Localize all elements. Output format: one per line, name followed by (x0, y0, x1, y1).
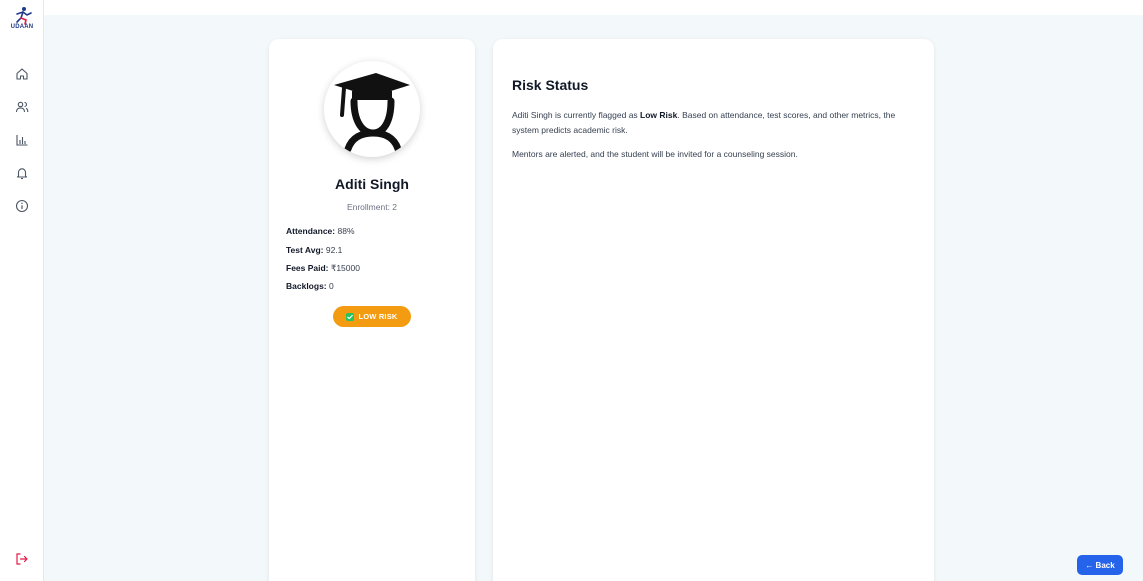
bell-icon[interactable] (14, 165, 30, 181)
check-icon (346, 312, 355, 321)
stat-fees-paid: Fees Paid: ₹15000 (286, 263, 360, 274)
risk-badge: LOW RISK (333, 306, 411, 327)
stat-value: 92.1 (325, 245, 343, 255)
info-icon[interactable] (14, 198, 30, 214)
mentor-alert-text: Mentors are alerted, and the student wil… (512, 149, 798, 159)
logo-text: UDAAN (10, 24, 34, 30)
risk-status-card: Risk Status Aditi Singh is currently fla… (493, 39, 934, 581)
risk-level-text: Low Risk (640, 110, 678, 120)
stat-label: Attendance: (286, 226, 336, 236)
users-icon[interactable] (14, 99, 30, 115)
student-profile-card: Aditi Singh Enrollment: 2 Attendance: 88… (269, 39, 475, 581)
bar-chart-icon[interactable] (14, 132, 30, 148)
graduate-avatar-icon (334, 73, 410, 153)
runner-logo-icon (16, 7, 32, 25)
student-name: Aditi Singh (335, 176, 409, 192)
risk-status-description: Aditi Singh is currently flagged as Low … (512, 108, 917, 138)
stat-test-avg: Test Avg: 92.1 (286, 245, 342, 255)
risk-status-title: Risk Status (512, 77, 589, 93)
stat-label: Backlogs: (286, 281, 327, 291)
stat-value: 0 (329, 281, 334, 291)
risk-badge-label: LOW RISK (358, 312, 398, 321)
home-icon[interactable] (14, 66, 30, 82)
sidebar: UDAAN (0, 0, 44, 581)
back-button[interactable]: ← Back (1077, 555, 1123, 575)
stat-label: Fees Paid: (286, 263, 329, 273)
stat-attendance: Attendance: 88% (286, 226, 355, 236)
top-bar (0, 0, 1143, 15)
avatar (324, 61, 420, 157)
logout-icon[interactable] (14, 551, 30, 567)
enrollment-number: Enrollment: 2 (346, 202, 398, 212)
description-text: Aditi Singh is currently flagged as (512, 110, 641, 120)
stat-label: Test Avg: (286, 245, 324, 255)
udaan-logo[interactable]: UDAAN (6, 6, 38, 36)
stat-backlogs: Backlogs: 0 (286, 281, 334, 291)
stat-value: 88% (337, 226, 355, 236)
stat-value: ₹15000 (330, 263, 360, 273)
